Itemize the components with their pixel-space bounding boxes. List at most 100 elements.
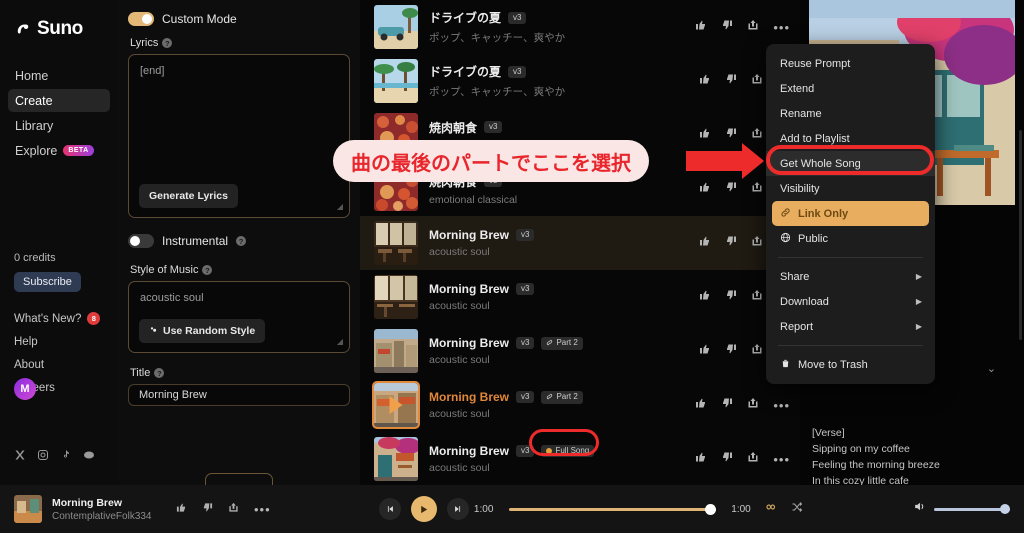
tiktok-icon[interactable] [60, 448, 72, 466]
chevron-down-icon[interactable]: ⌄ [987, 362, 996, 375]
title-input[interactable]: Morning Brew [128, 384, 350, 406]
thumbs-down-icon[interactable] [721, 18, 733, 36]
thumbs-up-icon[interactable] [695, 450, 707, 468]
menu-item-move-to-trash[interactable]: Move to Trash [766, 352, 935, 377]
song-row[interactable]: Morning Brew v3 acoustic soul [360, 216, 800, 270]
song-cover-art[interactable] [372, 381, 420, 429]
share-icon[interactable] [751, 342, 763, 360]
song-cover-art[interactable] [374, 437, 418, 481]
share-icon[interactable] [751, 72, 763, 90]
help-icon[interactable]: ? [236, 236, 247, 246]
title-label-row: Title ? [130, 367, 350, 379]
previous-button[interactable] [378, 498, 401, 520]
share-icon[interactable] [228, 500, 239, 518]
sidebar-item-about[interactable]: About [14, 359, 100, 371]
more-icon[interactable]: ••• [773, 399, 790, 412]
song-row[interactable]: ドライブの夏 v3 ポップ、キャッチー、爽やか [360, 54, 800, 108]
thumbs-down-icon[interactable] [725, 288, 737, 306]
thumbs-up-icon[interactable] [695, 18, 707, 36]
thumbs-up-icon[interactable] [699, 234, 711, 252]
menu-item-link-only[interactable]: Link Only [772, 201, 929, 226]
discord-icon[interactable] [83, 448, 95, 466]
avatar[interactable]: M [14, 378, 36, 400]
thumbs-down-icon[interactable] [721, 450, 733, 468]
share-icon[interactable] [751, 180, 763, 198]
sidebar-item-explore[interactable]: Explore BETA [8, 139, 110, 162]
share-icon[interactable] [751, 288, 763, 306]
create-button[interactable] [205, 473, 273, 485]
next-button[interactable] [446, 498, 469, 520]
thumbs-up-icon[interactable] [695, 396, 707, 414]
menu-item-report[interactable]: Report ▶ [766, 314, 935, 339]
sidebar-item-create[interactable]: Create [8, 89, 110, 112]
song-cover-art[interactable] [374, 275, 418, 319]
menu-item-share[interactable]: Share ▶ [766, 264, 935, 289]
thumbs-down-icon[interactable] [725, 234, 737, 252]
share-icon[interactable] [751, 234, 763, 252]
resize-grip-icon[interactable]: ◢ [337, 202, 343, 211]
menu-item-label: Link Only [798, 207, 849, 220]
menu-item-extend[interactable]: Extend [766, 76, 935, 101]
thumbs-up-icon[interactable] [176, 500, 187, 518]
annotation-text: 曲の最後のパートでここを選択 [351, 150, 631, 175]
sidebar-item-library[interactable]: Library [8, 114, 110, 137]
seek-slider[interactable] [508, 503, 716, 515]
credits-block: 0 credits Subscribe [14, 252, 81, 292]
subscribe-button[interactable]: Subscribe [14, 272, 81, 292]
style-input[interactable]: acoustic soul Use Random Style ◢ [128, 281, 350, 353]
help-icon[interactable]: ? [162, 38, 173, 48]
thumbs-up-icon[interactable] [699, 72, 711, 90]
instrumental-switch[interactable] [128, 234, 154, 248]
custom-mode-label: Custom Mode [162, 12, 237, 26]
infinity-icon[interactable] [766, 500, 778, 518]
song-cover-art[interactable] [374, 329, 418, 373]
instagram-icon[interactable] [37, 448, 49, 466]
volume-slider[interactable] [934, 504, 1010, 514]
brand-logo[interactable]: Suno [0, 14, 118, 44]
resize-grip-icon[interactable]: ◢ [337, 337, 343, 346]
share-icon[interactable] [747, 396, 759, 414]
thumbs-up-icon[interactable] [699, 180, 711, 198]
song-row[interactable]: ドライブの夏 v3 ポップ、キャッチー、爽やか ••• [360, 0, 800, 54]
sidebar-item-home[interactable]: Home [8, 64, 110, 87]
x-icon[interactable] [14, 448, 26, 466]
more-icon[interactable]: ••• [254, 503, 271, 516]
custom-mode-switch[interactable] [128, 12, 154, 26]
menu-item-public[interactable]: Public [766, 226, 935, 251]
song-row[interactable]: Morning Brew v3 Part 2 acoustic soul [360, 324, 800, 378]
more-icon[interactable]: ••• [773, 453, 790, 466]
song-cover-art[interactable] [374, 221, 418, 265]
help-icon[interactable]: ? [154, 368, 165, 378]
song-cover-art[interactable] [374, 59, 418, 103]
play-button[interactable] [410, 496, 437, 522]
sidebar-item-whats-new[interactable]: What's New? 8 [14, 312, 101, 325]
shuffle-icon[interactable] [791, 500, 803, 518]
menu-item-reuse-prompt[interactable]: Reuse Prompt [766, 51, 935, 76]
thumbs-up-icon[interactable] [699, 126, 711, 144]
help-icon[interactable]: ? [202, 265, 213, 275]
menu-item-rename[interactable]: Rename [766, 101, 935, 126]
thumbs-down-icon[interactable] [725, 342, 737, 360]
volume-icon[interactable] [913, 500, 926, 518]
menu-item-download[interactable]: Download ▶ [766, 289, 935, 314]
share-icon[interactable] [751, 126, 763, 144]
thumbs-down-icon[interactable] [725, 180, 737, 198]
share-icon[interactable] [747, 450, 759, 468]
thumbs-down-icon[interactable] [725, 72, 737, 90]
thumbs-down-icon[interactable] [202, 500, 213, 518]
thumbs-up-icon[interactable] [699, 342, 711, 360]
thumbs-up-icon[interactable] [699, 288, 711, 306]
use-random-style-button[interactable]: Use Random Style [139, 319, 266, 343]
song-row[interactable]: Morning Brew v3 acoustic soul [360, 270, 800, 324]
sidebar-item-help[interactable]: Help [14, 336, 100, 348]
song-row[interactable]: Morning Brew v3 Part 2 acoustic soul ••• [360, 378, 800, 432]
lyrics-input[interactable]: [end] Generate Lyrics ◢ [128, 54, 350, 218]
thumbs-down-icon[interactable] [725, 126, 737, 144]
share-icon[interactable] [747, 18, 759, 36]
thumbs-down-icon[interactable] [721, 396, 733, 414]
more-icon[interactable]: ••• [773, 21, 790, 34]
generate-lyrics-button[interactable]: Generate Lyrics [139, 184, 238, 208]
song-cover-art[interactable] [374, 5, 418, 49]
song-style: acoustic soul [429, 462, 490, 474]
detail-scrollbar[interactable] [1019, 130, 1022, 340]
